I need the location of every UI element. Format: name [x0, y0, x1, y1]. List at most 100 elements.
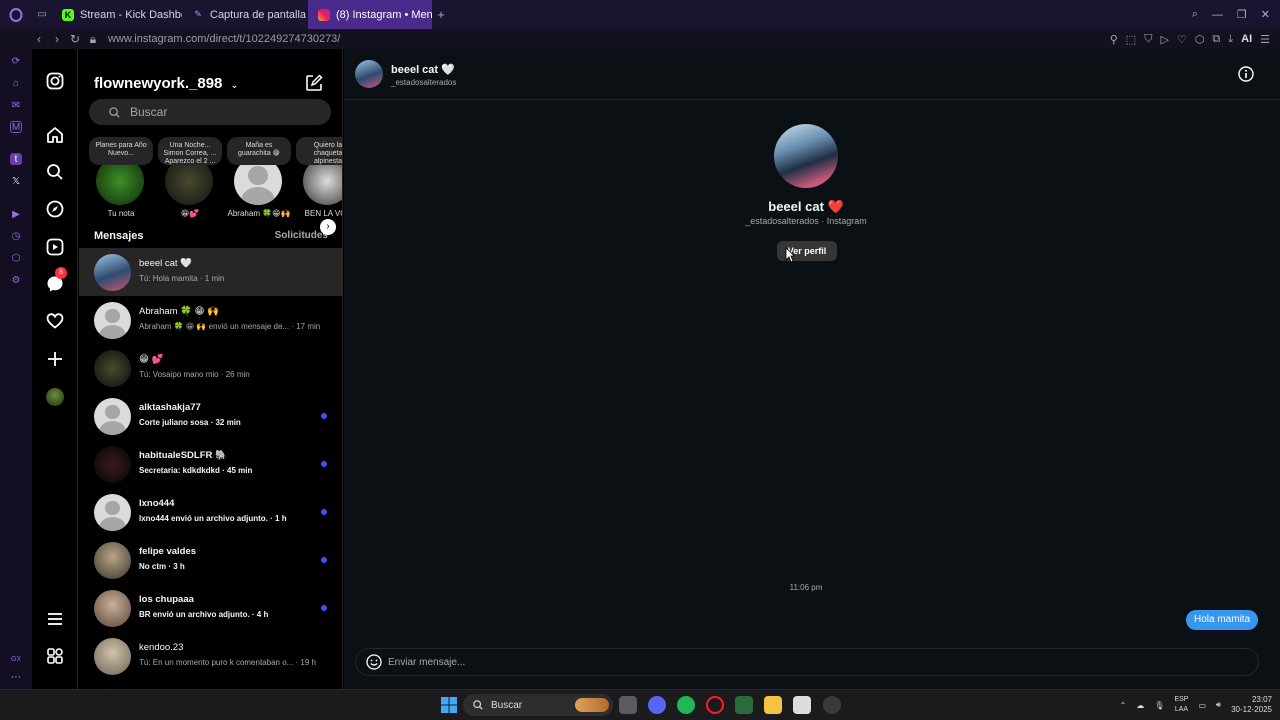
conversation-header: beeel cat 🤍 _estadosalterados [344, 49, 1280, 100]
more-menu-icon[interactable] [43, 607, 67, 631]
emoji-icon[interactable] [366, 654, 382, 670]
gx-icon[interactable]: GX [10, 653, 22, 665]
clock[interactable]: 23:07 30-12-2025 [1231, 695, 1272, 715]
message-composer [355, 648, 1259, 676]
message-timestamp: 11:06 pm [789, 583, 823, 592]
tab-screenshot[interactable]: ✎ Captura de pantalla por Lo [182, 0, 308, 29]
thread-item[interactable]: kendoo.23 Tú: En un momento puro k comen… [79, 632, 342, 680]
thread-item[interactable]: felipe valdes No ctm · 3 h [79, 536, 342, 584]
message-input[interactable] [388, 656, 1248, 668]
profile-subtitle: _estadosalterados · Instagram [745, 216, 867, 226]
avatar [94, 302, 131, 339]
avatar [94, 542, 131, 579]
cloud-icon[interactable]: ☁ [1136, 701, 1144, 710]
x-app-icon[interactable]: 𝕏 [10, 175, 22, 187]
opera-logo-icon[interactable] [0, 0, 32, 29]
extensions-app-icon[interactable]: ⬡ [10, 252, 22, 264]
menu-icon[interactable]: ☰ [1260, 33, 1270, 46]
notifications-heart-icon[interactable] [43, 309, 67, 333]
player-app-icon[interactable]: ▶ [10, 208, 22, 220]
requests-link[interactable]: Solicitudes [275, 230, 328, 242]
more-icon[interactable]: ⋯ [10, 671, 22, 683]
ai-app-icon[interactable]: ⌂ [10, 77, 22, 89]
secure-lock-icon: 🔒︎ [89, 31, 97, 46]
store-icon[interactable] [793, 696, 811, 714]
reload-icon[interactable]: ↻ [66, 32, 84, 46]
thread-item[interactable]: lxno444 lxno444 envió un archivo adjunto… [79, 488, 342, 536]
ai-button[interactable]: AI [1241, 33, 1252, 45]
new-tab-button[interactable]: + [432, 7, 450, 22]
history-app-icon[interactable]: ◷ [10, 230, 22, 242]
reels-icon[interactable] [43, 235, 67, 259]
messenger-app-icon[interactable]: ✉ [10, 99, 22, 111]
tray-expand-icon[interactable]: ⌃ [1120, 701, 1127, 710]
profile-name: beeel cat ❤️ [768, 199, 844, 214]
address-bar: ‹ › ↻ 🔒︎ www.instagram.com/direct/t/1022… [0, 29, 1280, 49]
tab-overview-icon[interactable]: ▭ [32, 0, 52, 29]
language-indicator[interactable]: ESP LAA [1174, 695, 1188, 715]
search-input[interactable]: Buscar [89, 99, 331, 125]
url-field[interactable]: www.instagram.com/direct/t/1022492747302… [108, 33, 340, 45]
profile-avatar[interactable] [774, 124, 838, 188]
compose-icon[interactable] [305, 74, 323, 92]
thread-item[interactable]: los chupaaa BR envió un archivo adjunto.… [79, 584, 342, 632]
chevron-down-icon: ⌄ [230, 80, 239, 90]
unread-dot [321, 461, 327, 467]
steam-icon[interactable] [823, 696, 841, 714]
tab-kick[interactable]: K Stream - Kick Dashboard [52, 0, 182, 29]
instagram-logo-icon[interactable] [43, 69, 67, 93]
home-icon[interactable] [43, 123, 67, 147]
header-avatar[interactable] [355, 60, 383, 88]
twitch-icon[interactable]: t [10, 153, 22, 165]
wallet-icon[interactable]: ⧉ [1212, 33, 1220, 46]
profile-avatar[interactable] [43, 385, 67, 409]
thread-item[interactable]: habitualeSDLFR 🐘 Secretaria: kdkdkdkd · … [79, 440, 342, 488]
account-switcher[interactable]: flownewyork._898 ⌄ [94, 75, 238, 92]
maximize-icon[interactable]: ❐ [1237, 8, 1247, 21]
tab-instagram[interactable]: (8) Instagram • Mensajes [308, 0, 432, 29]
shield-icon[interactable]: ⛉ [1144, 33, 1152, 46]
taskbar-search[interactable]: Buscar [463, 694, 613, 716]
window-controls: ⌕ — ❐ ✕ [1192, 0, 1270, 29]
play-icon[interactable]: ▷ [1160, 33, 1168, 46]
extensions-icon[interactable]: ⬡ [1195, 33, 1205, 46]
app-icon[interactable] [735, 696, 753, 714]
sent-message-bubble[interactable]: Hola mamita [1186, 610, 1259, 630]
minimize-icon[interactable]: — [1212, 9, 1223, 21]
settings-app-icon[interactable]: ⚙ [10, 274, 22, 286]
spotify-icon[interactable] [677, 696, 695, 714]
discord-icon[interactable] [648, 696, 666, 714]
search-icon[interactable] [43, 160, 67, 184]
pin-icon[interactable]: ⚲ [1110, 33, 1118, 46]
explore-icon[interactable] [43, 197, 67, 221]
forward-icon[interactable]: › [48, 32, 66, 46]
opera-gx-icon[interactable] [706, 696, 724, 714]
refresh-app-icon[interactable]: ⟳ [10, 55, 22, 67]
notes-next-arrow-icon[interactable]: › [320, 219, 336, 235]
volume-icon[interactable]: 🔊︎ [1216, 700, 1221, 710]
windows-start-icon[interactable] [440, 696, 458, 714]
search-tabs-icon[interactable]: ⌕ [1192, 8, 1198, 21]
thread-item[interactable]: 😁 💕 Tú: Vosaipo mano mio · 26 min [79, 344, 342, 392]
thread-item[interactable]: Abraham 🍀 😁 🙌 Abraham 🍀 😁 🙌 envió un men… [79, 296, 342, 344]
threads-apps-icon[interactable] [43, 644, 67, 668]
avatar [94, 254, 131, 291]
info-icon[interactable] [1238, 66, 1254, 82]
thread-item[interactable]: beeel cat 🤍 Tú: Hola mamita · 1 min [79, 248, 342, 296]
close-icon[interactable]: ✕ [1261, 8, 1270, 21]
microphone-icon[interactable]: 🎙︎ [1154, 701, 1164, 710]
download-icon[interactable]: ⤓ [1228, 33, 1233, 46]
m-app-icon[interactable]: M [10, 121, 22, 133]
back-icon[interactable]: ‹ [30, 32, 48, 46]
create-plus-icon[interactable] [43, 347, 67, 371]
thread-item[interactable]: alktashakja77 Corte juliano sosa · 32 mi… [79, 392, 342, 440]
heart-outline-icon[interactable]: ♡ [1177, 33, 1187, 46]
file-explorer-icon[interactable] [764, 696, 782, 714]
network-icon[interactable]: ▭ [1198, 701, 1206, 710]
messenger-icon[interactable]: 8 [43, 267, 67, 296]
note-item[interactable]: Maña es guarachita 😁 Abraham 🍀😁🙌 [227, 137, 291, 218]
task-view-icon[interactable] [619, 696, 637, 714]
snapshot-icon[interactable]: ⬚ [1126, 33, 1136, 46]
messages-section-header: Mensajes Solicitudes [94, 230, 328, 242]
header-name[interactable]: beeel cat 🤍 [391, 63, 455, 76]
